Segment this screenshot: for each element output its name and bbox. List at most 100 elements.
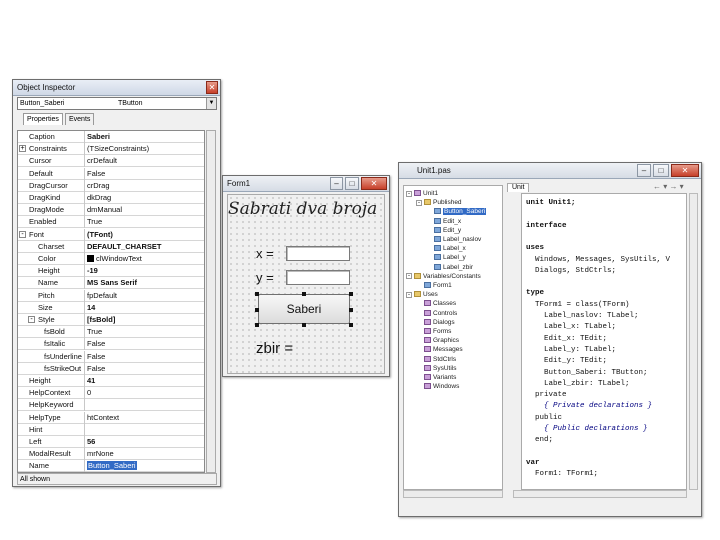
tree-node[interactable]: Windows [424, 382, 459, 391]
edit-y[interactable] [286, 270, 350, 285]
property-value[interactable]: crDefault [84, 155, 204, 168]
tab-events[interactable]: Events [65, 113, 95, 125]
property-row[interactable]: Default False [18, 167, 204, 180]
property-value[interactable]: False [84, 167, 204, 180]
selection-handle[interactable] [302, 323, 306, 327]
property-value[interactable]: -19 [84, 265, 204, 278]
property-grid-scrollbar[interactable] [206, 130, 216, 473]
property-value[interactable]: True [84, 216, 204, 229]
tree-node[interactable]: Classes [424, 299, 456, 308]
tree-node[interactable]: Label_zbir [434, 263, 473, 272]
property-value[interactable]: 0 [84, 387, 204, 400]
collapse-icon[interactable]: - [406, 291, 412, 298]
tree-node[interactable]: StdCtrls [424, 355, 456, 364]
code-editor[interactable]: unit Unit1; interface uses Windows, Messag… [521, 193, 687, 490]
tree-node[interactable]: Graphics [424, 336, 459, 345]
minimize-icon[interactable]: – [330, 177, 343, 190]
property-row[interactable]: DragMode dmManual [18, 204, 204, 217]
maximize-icon[interactable]: □ [653, 164, 669, 177]
minimize-icon[interactable]: – [637, 164, 651, 177]
property-row[interactable]: fsBold True [18, 326, 204, 339]
property-row[interactable]: Name Button_Saberi [18, 460, 204, 472]
property-row[interactable]: Left 56 [18, 436, 204, 448]
property-value[interactable]: False [84, 338, 204, 351]
code-explorer-tree[interactable]: Unit1- Published - Button_Saberi Edit_x Edit_… [403, 185, 503, 490]
chevron-down-icon[interactable]: ▼ [206, 98, 216, 109]
tree-node[interactable]: Unit1 [414, 189, 438, 198]
editor-horizontal-scrollbar[interactable] [513, 490, 687, 498]
tree-node[interactable]: Edit_y [434, 226, 461, 235]
selection-handle[interactable] [255, 323, 259, 327]
tree-node[interactable]: Variables/Constants [414, 272, 481, 281]
selection-handle[interactable] [255, 308, 259, 312]
tree-node[interactable]: Controls [424, 309, 457, 318]
tree-node[interactable]: Variants [424, 373, 456, 382]
label-zbir[interactable]: zbir = [256, 340, 293, 357]
property-value[interactable]: crDrag [84, 179, 204, 192]
property-value[interactable] [84, 399, 204, 412]
editor-vertical-scrollbar[interactable] [689, 193, 698, 490]
object-inspector-titlebar[interactable]: Object Inspector ✕ [13, 80, 220, 96]
property-value[interactable]: False [84, 350, 204, 363]
property-value[interactable]: (TSizeConstraints) [84, 143, 204, 156]
selection-handle[interactable] [349, 292, 353, 296]
property-value[interactable]: (TFont) [84, 228, 204, 241]
property-value[interactable] [84, 423, 204, 436]
tree-node[interactable]: Uses [414, 290, 438, 299]
form-design-surface[interactable]: Sabrati dva broja x = y = Saberi zbir = [227, 194, 385, 374]
component-selector[interactable]: Button_Saberi TButton ▼ [17, 97, 217, 110]
property-value[interactable]: clWindowText [84, 253, 204, 265]
tab-unit[interactable]: Unit [507, 183, 530, 192]
property-value[interactable]: DEFAULT_CHARSET [84, 240, 204, 253]
property-row[interactable]: Height -19 [18, 265, 204, 278]
property-value[interactable]: Saberi [84, 131, 204, 143]
property-value[interactable]: MS Sans Serif [84, 277, 204, 290]
property-value[interactable]: True [84, 326, 204, 339]
label-naslov[interactable]: Sabrati dva broja [228, 199, 377, 219]
property-row[interactable]: DragKind dkDrag [18, 192, 204, 204]
property-row[interactable]: Caption Saberi [18, 131, 204, 143]
property-value[interactable]: 41 [84, 375, 204, 387]
property-row[interactable]: Cursor crDefault [18, 155, 204, 168]
tree-node[interactable]: Messages [424, 345, 463, 354]
tree-node[interactable]: Label_x [434, 244, 466, 253]
form1-titlebar[interactable]: Form1 – □ ✕ [223, 176, 389, 192]
property-row[interactable]: Color clWindowText [18, 253, 204, 265]
property-row[interactable]: Height 41 [18, 375, 204, 387]
property-value[interactable]: False [84, 362, 204, 375]
tree-node[interactable]: Form1 [424, 281, 452, 290]
property-row[interactable]: + Constraints (TSizeConstraints) [18, 143, 204, 156]
selection-handle[interactable] [302, 292, 306, 296]
property-row[interactable]: HelpContext 0 [18, 387, 204, 400]
property-row[interactable]: Name MS Sans Serif [18, 277, 204, 290]
property-row[interactable]: DragCursor crDrag [18, 179, 204, 192]
label-x[interactable]: x = [256, 246, 274, 261]
property-value[interactable]: mrNone [84, 448, 204, 461]
selection-handle[interactable] [349, 308, 353, 312]
property-row[interactable]: fsItalic False [18, 338, 204, 351]
nav-arrows[interactable]: ← ▾ → ▾ [653, 182, 684, 191]
property-row[interactable]: Hint [18, 423, 204, 436]
property-value[interactable]: dkDrag [84, 192, 204, 204]
label-y[interactable]: y = [256, 270, 274, 285]
property-row[interactable]: fsStrikeOut False [18, 362, 204, 375]
close-icon[interactable]: ✕ [671, 164, 699, 177]
property-value[interactable]: fpDefault [84, 289, 204, 302]
property-row[interactable]: ModalResult mrNone [18, 448, 204, 461]
property-row[interactable]: Enabled True [18, 216, 204, 229]
property-row[interactable]: HelpKeyword [18, 399, 204, 412]
property-row[interactable]: fsUnderline False [18, 350, 204, 363]
collapse-icon[interactable]: - [406, 190, 412, 197]
saberi-button[interactable]: Saberi [258, 294, 350, 324]
property-row[interactable]: HelpType htContext [18, 411, 204, 424]
tree-node[interactable]: Label_naslov [434, 235, 481, 244]
collapse-icon[interactable]: - [406, 273, 412, 280]
property-row[interactable]: - Style [fsBold] [18, 314, 204, 326]
tree-node[interactable]: Forms [424, 327, 451, 336]
tree-node[interactable]: Published [424, 198, 462, 207]
tree-node[interactable]: Edit_x [434, 217, 461, 226]
unit1-titlebar[interactable]: Unit1.pas – □ ✕ [399, 163, 701, 179]
maximize-icon[interactable]: □ [345, 177, 359, 190]
property-value[interactable]: 56 [84, 436, 204, 448]
property-value[interactable]: 14 [84, 301, 204, 314]
